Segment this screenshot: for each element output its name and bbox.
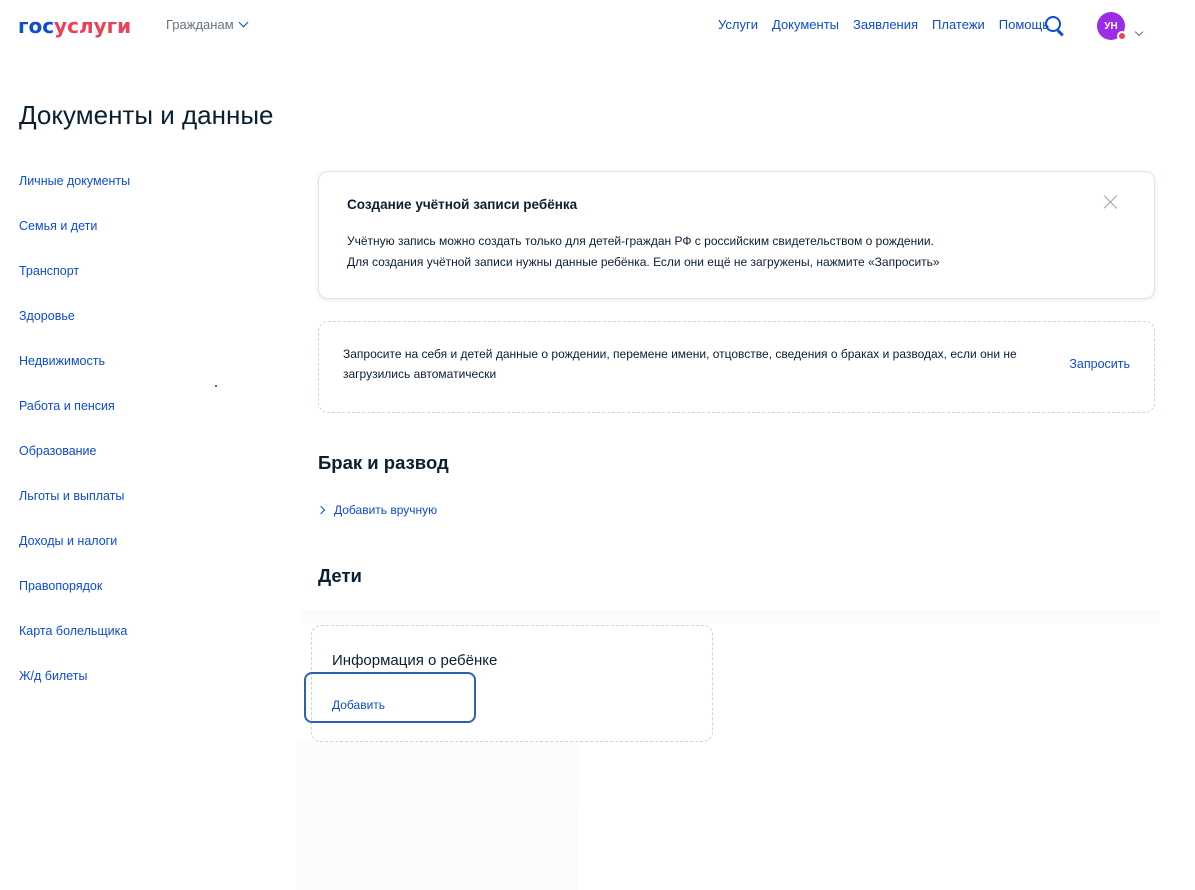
- top-navigation: Услуги Документы Заявления Платежи Помощ…: [718, 17, 1049, 32]
- nav-services[interactable]: Услуги: [718, 17, 758, 32]
- sidebar-item-income-taxes[interactable]: Доходы и налоги: [19, 531, 239, 576]
- info-card-line-1: Учётную запись можно создать только для …: [347, 234, 934, 248]
- sidebar-menu: Личные документы Семья и дети Транспорт …: [19, 171, 239, 711]
- chevron-down-icon: [238, 17, 249, 28]
- sidebar-item-transport[interactable]: Транспорт: [19, 261, 239, 306]
- stray-dot: [215, 385, 217, 387]
- child-account-info-card: Создание учётной записи ребёнка Учётную …: [318, 171, 1155, 299]
- page-title: Документы и данные: [19, 100, 274, 130]
- close-icon[interactable]: [1103, 194, 1119, 210]
- request-description: Запросите на себя и детей данные о рожде…: [343, 347, 1017, 381]
- sidebar-item-fan-card[interactable]: Карта болельщика: [19, 621, 239, 666]
- sidebar-item-work-pension[interactable]: Работа и пенсия: [19, 396, 239, 441]
- info-card-line-2: Для создания учётной записи нужны данные…: [347, 255, 940, 269]
- chevron-right-icon: [316, 505, 326, 515]
- role-switch-dropdown[interactable]: Гражданам: [166, 17, 249, 32]
- search-icon[interactable]: [1044, 13, 1066, 37]
- add-child-button[interactable]: Добавить: [332, 698, 385, 712]
- sidebar-item-education[interactable]: Образование: [19, 441, 239, 486]
- sidebar-item-law-enforcement[interactable]: Правопорядок: [19, 576, 239, 621]
- children-section-title: Дети: [318, 565, 362, 586]
- child-info-title: Информация о ребёнке: [332, 652, 498, 669]
- info-card-text: Учётную запись можно создать только для …: [347, 231, 1107, 273]
- avatar[interactable]: УН: [1097, 12, 1127, 41]
- info-card-title: Создание учётной записи ребёнка: [347, 197, 578, 212]
- nav-help[interactable]: Помощь: [999, 17, 1049, 32]
- notification-dot-icon: [1117, 31, 1127, 41]
- nav-payments[interactable]: Платежи: [932, 17, 985, 32]
- blank-area: [578, 807, 715, 890]
- background-column: [296, 740, 580, 890]
- sidebar-item-benefits[interactable]: Льготы и выплаты: [19, 486, 239, 531]
- sidebar-item-health[interactable]: Здоровье: [19, 306, 239, 351]
- sidebar-item-train-tickets[interactable]: Ж/д билеты: [19, 666, 239, 711]
- sidebar-item-real-estate[interactable]: Недвижимость: [19, 351, 239, 396]
- marriage-section-title: Брак и развод: [318, 452, 449, 473]
- logo-part-gos: гос: [18, 14, 55, 38]
- child-info-card: Информация о ребёнке Добавить: [311, 625, 713, 742]
- background-strip: [300, 610, 1160, 624]
- role-label: Гражданам: [166, 17, 234, 32]
- gosuslugi-logo[interactable]: госуслуги: [18, 14, 131, 38]
- chevron-down-icon: [1134, 27, 1144, 37]
- nav-documents[interactable]: Документы: [772, 17, 839, 32]
- top-header: госуслуги Гражданам Услуги Документы Зая…: [0, 0, 1195, 54]
- nav-applications[interactable]: Заявления: [853, 17, 918, 32]
- avatar-initials: УН: [1104, 20, 1118, 32]
- profile-menu-toggle[interactable]: [1134, 22, 1144, 40]
- add-manually-link[interactable]: Добавить вручную: [316, 503, 438, 517]
- request-button[interactable]: Запросить: [1069, 357, 1130, 371]
- sidebar-item-personal-documents[interactable]: Личные документы: [19, 171, 239, 216]
- logo-part-uslugi: услуги: [54, 14, 132, 38]
- request-data-card: Запросите на себя и детей данные о рожде…: [318, 321, 1155, 413]
- sidebar-item-family-children[interactable]: Семья и дети: [19, 216, 239, 261]
- add-manually-label: Добавить вручную: [334, 503, 438, 517]
